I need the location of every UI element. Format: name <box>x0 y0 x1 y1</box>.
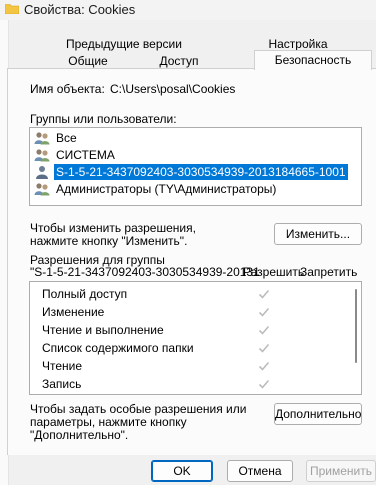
permission-name: Запись <box>42 377 82 391</box>
permission-row: Полный доступ <box>42 285 127 303</box>
users-group-icon <box>34 149 50 162</box>
permission-row: Чтение и выполнение <box>42 321 164 339</box>
object-name-label: Имя объекта: <box>30 82 105 96</box>
permission-name: Чтение и выполнение <box>42 323 164 337</box>
permission-row: Список содержимого папки <box>42 339 194 357</box>
allow-check-icon <box>258 325 270 335</box>
advanced-hint-line2: параметры, нажмите кнопку <box>30 415 187 429</box>
allow-check-icon <box>258 289 270 299</box>
change-hint-line2: нажмите кнопку "Изменить". <box>30 234 188 248</box>
advanced-hint-line1: Чтобы задать особые разрешения или <box>30 402 247 416</box>
change-hint-line1: Чтобы изменить разрешения, <box>30 221 196 235</box>
scrollbar-thumb[interactable] <box>355 289 357 363</box>
groups-label: Группы или пользователи: <box>30 112 177 126</box>
user-icon <box>36 166 48 179</box>
permissions-principal: "S-1-5-21-3437092403-3030534939-20131 <box>30 265 260 279</box>
window-title: Свойства: Cookies <box>24 2 136 17</box>
permission-name: Изменение <box>42 305 105 319</box>
tab-general[interactable]: Общие <box>66 53 110 69</box>
title-bar[interactable]: Свойства: Cookies <box>0 0 376 20</box>
tab-sharing[interactable]: Доступ <box>156 53 202 69</box>
groups-listbox[interactable]: Все СИСТЕМА S-1-5-21-3437092403-30305349… <box>29 127 362 206</box>
permissions-scrollbar[interactable] <box>351 282 361 394</box>
group-name: СИСТЕМА <box>56 148 115 162</box>
cancel-button[interactable]: Отмена <box>227 460 293 482</box>
permission-name: Список содержимого папки <box>42 341 194 355</box>
object-name-value: C:\Users\posal\Cookies <box>110 82 236 96</box>
ok-button[interactable]: OK <box>151 460 213 482</box>
properties-window: Свойства: Cookies Предыдущие версии Наст… <box>0 0 376 485</box>
allow-check-icon <box>258 307 270 317</box>
permission-row: Запись <box>42 375 81 393</box>
advanced-button[interactable]: Дополнительно <box>274 403 362 425</box>
allow-check-icon <box>258 379 270 389</box>
users-group-icon <box>34 132 50 145</box>
users-group-icon <box>34 183 50 196</box>
group-name: S-1-5-21-3437092403-3030534939-201318466… <box>54 164 348 180</box>
permission-row: Чтение <box>42 357 82 375</box>
group-name: Все <box>56 131 77 145</box>
tab-previous-versions[interactable]: Предыдущие версии <box>66 36 182 52</box>
allow-check-icon <box>258 343 270 353</box>
deny-column-header: Запретить <box>300 265 358 279</box>
advanced-hint-line3: "Дополнительно". <box>30 428 129 442</box>
apply-button[interactable]: Применить <box>306 460 376 482</box>
permission-row: Изменение <box>42 303 104 321</box>
change-button[interactable]: Изменить... <box>274 223 362 245</box>
allow-check-icon <box>258 361 270 371</box>
tab-security[interactable]: Безопасность <box>254 50 372 70</box>
permission-name: Чтение <box>42 359 83 373</box>
folder-icon <box>5 4 19 14</box>
permission-name: Полный доступ <box>42 287 128 301</box>
group-name: Администраторы (TY\Администраторы) <box>56 182 277 196</box>
allow-column-header: Разрешить <box>243 265 305 279</box>
permissions-list[interactable]: Полный доступ Изменение Чтение и выполне… <box>29 281 362 395</box>
